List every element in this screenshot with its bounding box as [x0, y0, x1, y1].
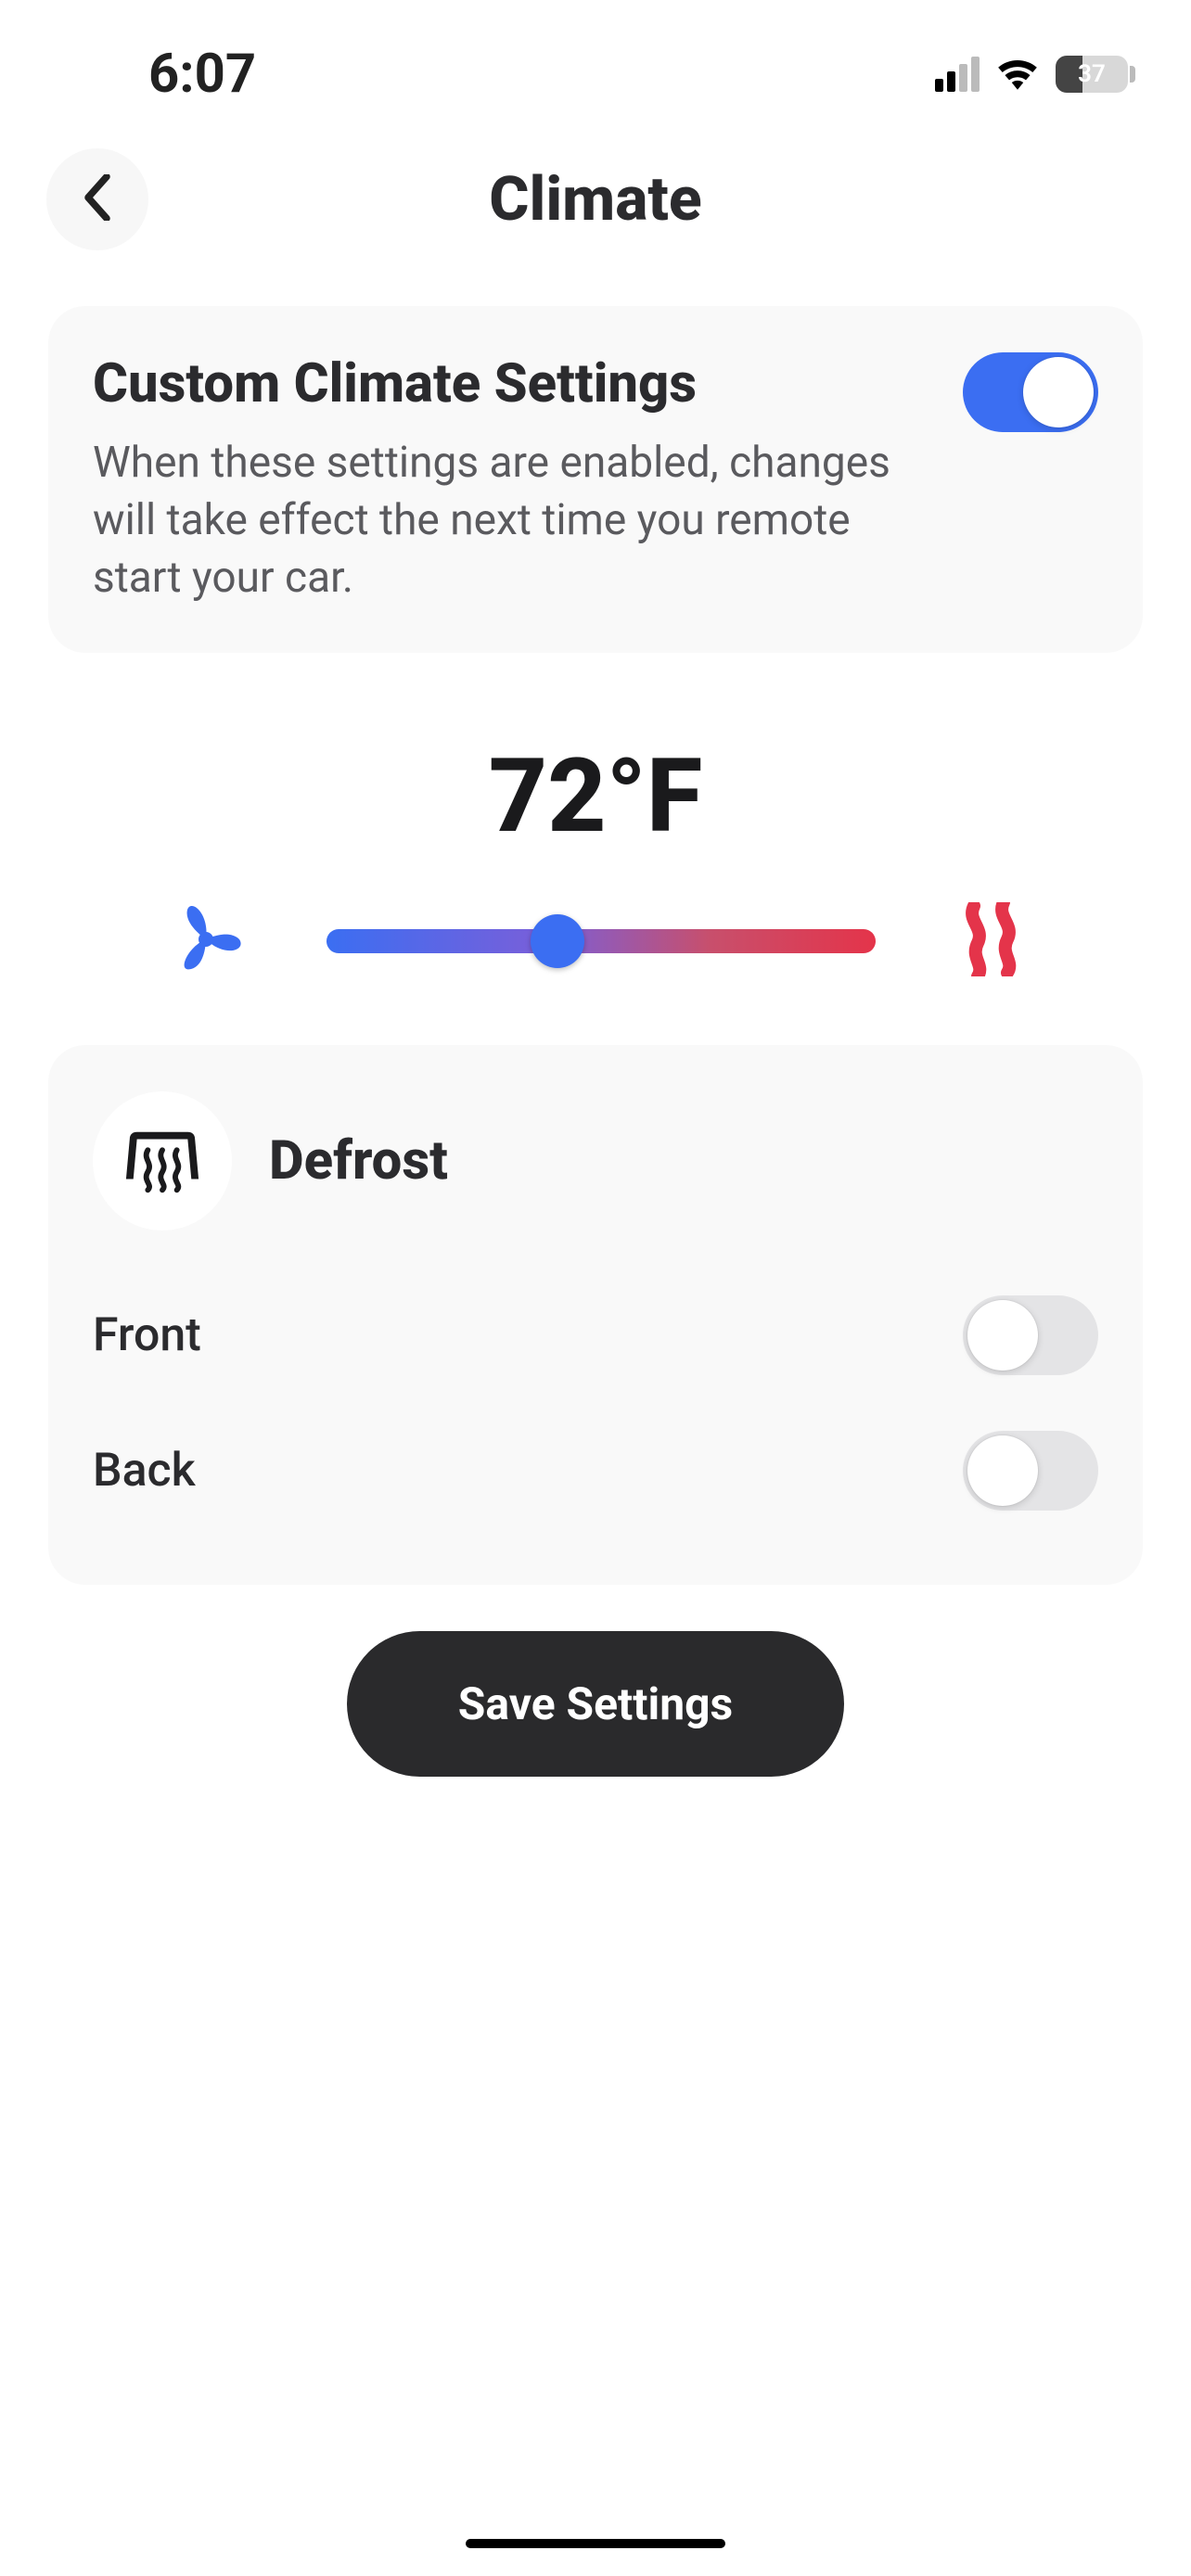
custom-climate-toggle[interactable] [963, 352, 1098, 432]
defrost-back-toggle[interactable] [963, 1431, 1098, 1511]
defrost-back-row: Back [93, 1403, 1098, 1538]
temperature-section: 72°F [48, 736, 1143, 980]
save-settings-button[interactable]: Save Settings [347, 1631, 844, 1777]
page-title: Climate [489, 164, 701, 236]
fan-icon [169, 902, 243, 980]
defrost-icon [93, 1091, 232, 1231]
custom-climate-title: Custom Climate Settings [93, 352, 935, 415]
status-bar: 6:07 37 [0, 0, 1191, 130]
heat-icon [959, 902, 1022, 980]
cellular-signal-icon [935, 57, 980, 92]
battery-percent: 37 [1056, 60, 1128, 88]
slider-thumb[interactable] [531, 914, 584, 968]
back-button[interactable] [46, 148, 148, 250]
defrost-back-label: Back [93, 1444, 196, 1498]
defrost-front-label: Front [93, 1308, 201, 1362]
temperature-value: 72°F [48, 736, 1143, 856]
custom-climate-card: Custom Climate Settings When these setti… [48, 306, 1143, 653]
temperature-slider[interactable] [327, 923, 876, 960]
custom-climate-description: When these settings are enabled, changes… [93, 434, 935, 606]
defrost-front-row: Front [93, 1268, 1098, 1403]
chevron-left-icon [83, 174, 111, 224]
home-indicator [466, 2539, 725, 2548]
status-icons: 37 [935, 54, 1135, 95]
defrost-card: Defrost Front Back [48, 1045, 1143, 1585]
wifi-icon [994, 54, 1041, 95]
header: Climate [0, 130, 1191, 287]
defrost-title: Defrost [269, 1129, 448, 1192]
defrost-front-toggle[interactable] [963, 1295, 1098, 1375]
battery-icon: 37 [1056, 56, 1135, 93]
status-time: 6:07 [148, 43, 256, 106]
